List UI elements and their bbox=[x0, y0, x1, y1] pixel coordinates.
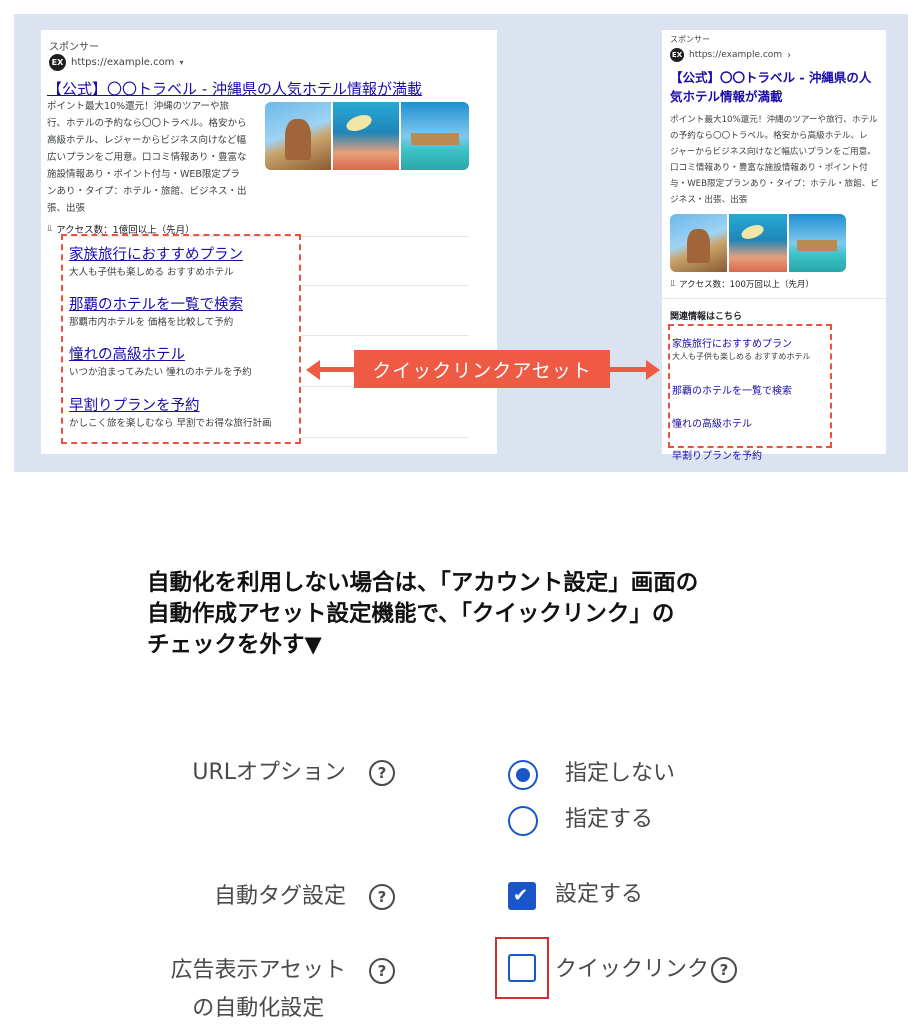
quicklink-title[interactable]: 憧れの高級ホテル bbox=[69, 343, 252, 364]
auto-tag-checkbox[interactable]: ✔ bbox=[508, 882, 536, 910]
auto-tag-checkbox-label: 設定する bbox=[555, 882, 644, 907]
ad-url-row: EX https://example.com ▾ bbox=[49, 54, 183, 71]
ad-description-line: ジネス・出張、出張 bbox=[670, 195, 748, 205]
diver-coral-photo bbox=[729, 214, 787, 272]
asset-automation-label-line: の自動化設定 bbox=[192, 996, 325, 1021]
sponsor-label: スポンサー bbox=[670, 35, 710, 44]
ad-headline-link[interactable]: 【公式】〇〇トラベル - 沖縄県の人 気ホテル情報が満載 bbox=[670, 68, 871, 106]
divider bbox=[301, 335, 469, 336]
arrow-right-icon bbox=[646, 360, 660, 380]
radio-do-not-specify-label: 指定しない bbox=[565, 761, 676, 786]
ad-description-line: ンあり・タイプ：ホテル・旅館、ビジネス・出 bbox=[47, 186, 247, 197]
shisa-photo bbox=[265, 102, 331, 170]
radio-do-not-specify[interactable] bbox=[508, 760, 538, 790]
divider bbox=[301, 285, 469, 286]
quicklink-title[interactable]: 家族旅行におすすめプラン bbox=[69, 243, 243, 264]
ad-url: https://example.com bbox=[71, 57, 175, 68]
asset-automation-label-line: 広告表示アセット bbox=[170, 958, 346, 983]
ad-image-strip bbox=[265, 102, 469, 170]
help-icon[interactable]: ? bbox=[711, 957, 738, 983]
quicklink-checkbox[interactable] bbox=[508, 954, 536, 982]
quicklink-item[interactable]: 早割りプランを予約 かしこく旅を楽しむなら 早割でお得な旅行計画 bbox=[69, 394, 272, 429]
quicklink-description: いつか泊まってみたい 憧れのホテルを予約 bbox=[69, 367, 252, 378]
auto-tag-label: 自動タグ設定 bbox=[213, 884, 346, 909]
quicklink-title[interactable]: 那覇のホテルを一覧で検索 bbox=[672, 382, 792, 397]
ad-headline-line: 【公式】〇〇トラベル - 沖縄県の人 bbox=[670, 70, 872, 85]
radio-specify[interactable] bbox=[508, 806, 538, 836]
quicklink-description: 大人も子供も楽しめる おすすめホテル bbox=[69, 267, 234, 278]
shisa-photo bbox=[670, 214, 728, 272]
ad-description-line: ポイント最大10%還元！沖縄のツアーや旅行、ホテル bbox=[670, 115, 878, 125]
ad-description-line: 与・WEB限定プランあり・タイプ：ホテル・旅館、ビ bbox=[670, 179, 879, 189]
help-icon[interactable]: ? bbox=[369, 760, 395, 786]
access-count-text: アクセス数：100万回以上（先月） bbox=[679, 280, 814, 290]
ad-description-line: ポイント最大10%還元！沖縄のツアーや旅 bbox=[47, 101, 230, 112]
ad-description-line: 口コミ情報あり・豊富な施設情報あり・ポイント付 bbox=[670, 163, 868, 173]
quicklink-title[interactable]: 早割りプランを予約 bbox=[69, 394, 272, 415]
quicklink-description: 大人も子供も楽しめる おすすめホテル bbox=[672, 352, 811, 361]
quicklink-item[interactable]: 家族旅行におすすめプラン 大人も子供も楽しめる おすすめホテル bbox=[69, 243, 243, 278]
advertiser-logo-icon: EX bbox=[670, 48, 684, 62]
instruction-line: 自動作成アセット設定機能で、「クイックリンク」の bbox=[147, 601, 675, 627]
sponsor-label: スポンサー bbox=[49, 42, 99, 53]
quicklink-item[interactable]: 那覇のホテルを一覧で検索 那覇市内ホテルを 価格を比較して予約 bbox=[69, 293, 243, 328]
ad-headline-line: 気ホテル情報が満載 bbox=[670, 89, 783, 104]
quicklink-checkbox-text: クイックリンク bbox=[555, 957, 710, 982]
arrow-shaft bbox=[318, 367, 358, 372]
quicklink-description: かしこく旅を楽しむなら 早割でお得な旅行計画 bbox=[69, 418, 272, 429]
bar-chart-icon: ⫫ bbox=[47, 224, 53, 234]
ad-headline-link[interactable]: 【公式】〇〇トラベル - 沖縄県の人気ホテル情報が満載 bbox=[47, 78, 422, 99]
help-icon[interactable]: ? bbox=[369, 958, 395, 984]
ad-description-line: 広いプランをご用意。口コミ情報あり・豊富な bbox=[47, 152, 247, 163]
checkmark-icon: ✔ bbox=[513, 885, 529, 906]
mobile-ad-card: スポンサー EX https://example.com › 【公式】〇〇トラベ… bbox=[662, 30, 886, 462]
ad-access-stat: ⫫ アクセス数：100万回以上（先月） bbox=[670, 278, 814, 290]
chevron-down-icon: ▾ bbox=[179, 58, 184, 67]
water-villa-photo bbox=[788, 214, 846, 272]
quicklink-title[interactable]: 早割りプランを予約 bbox=[672, 447, 762, 462]
advertiser-logo-icon: EX bbox=[49, 54, 66, 71]
ad-image-strip bbox=[670, 214, 846, 272]
related-info-heading: 関連情報はこちら bbox=[670, 312, 743, 322]
desktop-ad-card: スポンサー EX https://example.com ▾ 【公式】〇〇トラベ… bbox=[41, 30, 497, 454]
divider bbox=[301, 437, 469, 438]
ad-description-line: 行、ホテルの予約なら〇〇トラベル。格安から bbox=[47, 118, 247, 129]
instruction-heading: 自動化を利用しない場合は、「アカウント設定」画面の 自動作成アセット設定機能で、… bbox=[147, 568, 867, 661]
ad-url-row: EX https://example.com › bbox=[670, 48, 791, 62]
arrow-shaft bbox=[606, 367, 650, 372]
ad-description-line: の予約なら〇〇トラベル。格安から高級ホテル、レ bbox=[670, 131, 868, 141]
ad-url: https://example.com bbox=[689, 50, 783, 60]
diver-coral-photo bbox=[333, 102, 399, 170]
ad-description-line: 施設情報あり・ポイント付与・WEB限定プラ bbox=[47, 169, 240, 180]
ad-description-line: ジャーからビジネス向けなど幅広いプランをご用意。 bbox=[670, 147, 876, 157]
quicklink-checkbox-label: クイックリンク? bbox=[555, 955, 738, 985]
water-villa-photo bbox=[401, 102, 469, 170]
ad-description-line: 高級ホテル、レジャーからビジネス向けなど幅 bbox=[47, 135, 247, 146]
quicklink-description: 那覇市内ホテルを 価格を比較して予約 bbox=[69, 317, 234, 328]
help-icon[interactable]: ? bbox=[369, 884, 395, 910]
quicklink-title[interactable]: 家族旅行におすすめプラン bbox=[672, 335, 792, 350]
url-option-label: URLオプション bbox=[192, 760, 346, 785]
quicklink-asset-callout: クイックリンクアセット bbox=[354, 350, 610, 388]
radio-specify-label: 指定する bbox=[565, 807, 654, 832]
instruction-line: チェックを外す▼ bbox=[147, 632, 322, 658]
chevron-right-icon: › bbox=[787, 49, 792, 61]
quicklink-title[interactable]: 那覇のホテルを一覧で検索 bbox=[69, 293, 243, 314]
quicklink-item[interactable]: 憧れの高級ホテル いつか泊まってみたい 憧れのホテルを予約 bbox=[69, 343, 252, 378]
ad-description-line: 張、出張 bbox=[47, 203, 86, 214]
ad-description: ポイント最大10%還元！沖縄のツアーや旅 行、ホテルの予約なら〇〇トラベル。格安… bbox=[47, 98, 267, 217]
ad-preview-illustration: スポンサー EX https://example.com ▾ 【公式】〇〇トラベ… bbox=[14, 14, 908, 472]
instruction-line: 自動化を利用しない場合は、「アカウント設定」画面の bbox=[147, 570, 699, 596]
quicklink-title[interactable]: 憧れの高級ホテル bbox=[672, 415, 752, 430]
asset-automation-label: 広告表示アセット の自動化設定 bbox=[170, 952, 346, 1028]
bar-chart-icon: ⫫ bbox=[670, 279, 676, 289]
divider bbox=[662, 298, 886, 299]
ad-description: ポイント最大10%還元！沖縄のツアーや旅行、ホテル の予約なら〇〇トラベル。格安… bbox=[670, 112, 884, 208]
